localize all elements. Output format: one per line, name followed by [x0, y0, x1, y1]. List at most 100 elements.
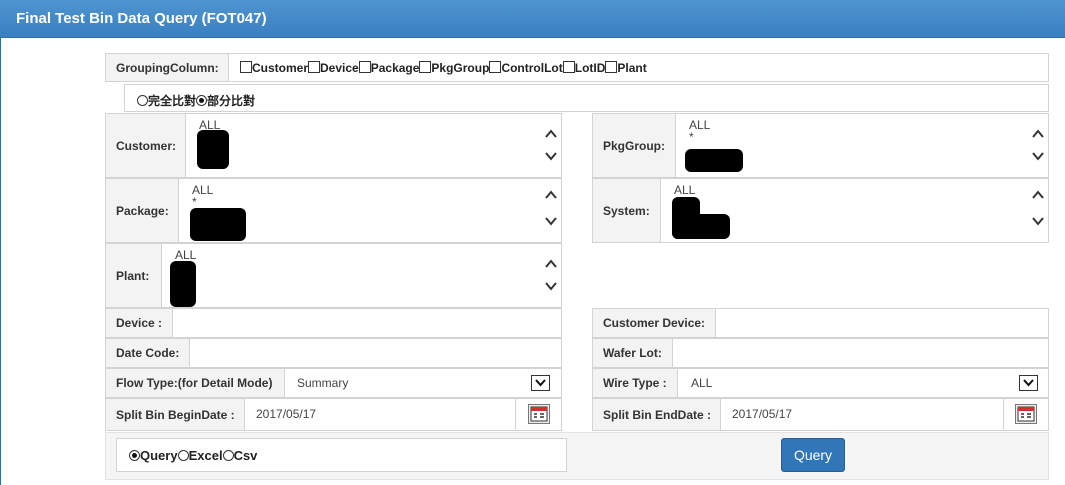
list-item[interactable]: * — [689, 131, 694, 143]
chevron-down-icon[interactable] — [531, 375, 550, 391]
chevron-up-icon[interactable] — [1032, 189, 1044, 201]
output-option-label: Csv — [233, 448, 258, 463]
redacted-region — [197, 130, 229, 169]
radio-exact-match[interactable] — [137, 95, 148, 106]
radio-output-query[interactable] — [129, 450, 140, 461]
flow-type-row: Flow Type:(for Detail Mode) Summary — [105, 368, 562, 398]
list-item[interactable]: ALL — [175, 249, 196, 261]
package-scrollbar[interactable] — [542, 179, 560, 242]
package-label: Package: — [106, 179, 179, 242]
wafer-lot-row: Wafer Lot: — [592, 338, 1049, 368]
chevron-down-icon[interactable] — [545, 215, 557, 227]
device-label: Device : — [106, 309, 173, 337]
redacted-region — [685, 149, 743, 172]
package-panel: Package: ALL * — [105, 178, 562, 243]
chevron-down-icon[interactable] — [1032, 215, 1044, 227]
flow-type-label: Flow Type:(for Detail Mode) — [106, 369, 285, 397]
customer-device-row: Customer Device: — [592, 308, 1049, 338]
plant-label: Plant: — [106, 244, 162, 307]
page-title: Final Test Bin Data Query (FOT047) — [16, 10, 267, 27]
customer-label: Customer: — [106, 114, 186, 177]
redacted-region — [672, 214, 730, 239]
grouping-checkbox-device[interactable] — [308, 61, 321, 73]
pkggroup-listbox[interactable]: ALL * — [677, 114, 1047, 177]
wire-type-label: Wire Type : — [593, 369, 678, 397]
device-input[interactable] — [174, 309, 561, 337]
chevron-up-icon[interactable] — [545, 189, 557, 201]
customer-device-label: Customer Device: — [593, 309, 716, 337]
output-format-options: Query Excel Csv — [129, 448, 257, 463]
grouping-option-label: Device — [320, 61, 359, 75]
grouping-checkbox-plant[interactable] — [605, 61, 618, 73]
chevron-up-icon[interactable] — [545, 128, 557, 140]
redacted-region — [190, 208, 246, 241]
split-begin-label: Split Bin BeginDate : — [106, 399, 245, 430]
radio-output-csv[interactable] — [222, 450, 234, 461]
chevron-up-icon[interactable] — [545, 258, 557, 270]
chevron-down-icon[interactable] — [1032, 150, 1044, 162]
output-option-label: Excel — [188, 448, 223, 463]
grouping-option-label: PkgGroup — [431, 61, 490, 75]
output-option-label: Query — [140, 448, 178, 463]
device-row: Device : — [105, 308, 562, 338]
chevron-down-icon[interactable] — [1019, 375, 1038, 391]
grouping-options: Customer Device Package PkgGroup ControlLot L… — [240, 61, 647, 75]
package-listbox[interactable]: ALL * — [180, 179, 560, 242]
plant-scrollbar[interactable] — [542, 244, 560, 307]
system-panel: System: ALL — [592, 178, 1049, 243]
grouping-checkbox-lotid[interactable] — [562, 61, 575, 73]
radio-partial-match[interactable] — [196, 95, 208, 106]
grouping-checkbox-customer[interactable] — [240, 61, 252, 73]
radio-output-excel[interactable] — [177, 450, 189, 461]
date-code-row: Date Code: — [105, 338, 562, 368]
date-code-label: Date Code: — [106, 339, 190, 367]
wire-type-row: Wire Type : ALL — [592, 368, 1049, 398]
system-scrollbar[interactable] — [1029, 179, 1047, 242]
compare-mode-row: 完全比對 部分比對 — [124, 84, 1049, 112]
compare-mode-options: 完全比對 部分比對 — [137, 92, 255, 109]
compare-option-label: 部分比對 — [207, 94, 256, 108]
wafer-lot-label: Wafer Lot: — [593, 339, 673, 367]
chevron-down-icon[interactable] — [545, 150, 557, 162]
grouping-checkbox-pkggroup[interactable] — [419, 61, 432, 73]
grouping-row: GroupingColumn: Customer Device Package Pkg… — [105, 53, 1049, 82]
customer-device-input[interactable] — [717, 309, 1048, 337]
system-listbox[interactable]: ALL — [662, 179, 1047, 242]
wafer-lot-input[interactable] — [674, 339, 1048, 367]
query-button[interactable]: Query — [781, 438, 845, 472]
list-item[interactable]: * — [192, 196, 197, 208]
pkggroup-panel: PkgGroup: ALL * — [592, 113, 1049, 178]
date-code-input[interactable] — [191, 339, 561, 367]
split-end-input[interactable]: 2017/05/17 — [722, 399, 1004, 430]
calendar-icon[interactable] — [1015, 404, 1037, 424]
chevron-down-icon[interactable] — [545, 280, 557, 292]
split-begin-input[interactable]: 2017/05/17 — [246, 399, 516, 430]
customer-scrollbar[interactable] — [542, 114, 560, 177]
customer-panel: Customer: ALL — [105, 113, 562, 178]
grouping-option-label: ControlLot — [501, 61, 563, 75]
split-begin-row: Split Bin BeginDate : 2017/05/17 — [105, 398, 562, 431]
grouping-checkbox-controllot[interactable] — [489, 61, 502, 73]
grouping-option-label: Package — [370, 61, 420, 75]
split-end-value: 2017/05/17 — [732, 407, 793, 421]
grouping-checkbox-package[interactable] — [358, 61, 371, 73]
chevron-up-icon[interactable] — [1032, 128, 1044, 140]
grouping-option-label: Plant — [617, 61, 647, 75]
system-label: System: — [593, 179, 661, 242]
flow-type-select[interactable]: Summary — [286, 369, 561, 397]
plant-panel: Plant: ALL — [105, 243, 562, 308]
list-item[interactable]: ALL — [674, 184, 695, 196]
calendar-icon[interactable] — [528, 404, 550, 424]
wire-type-select[interactable]: ALL — [679, 369, 1048, 397]
flow-type-value: Summary — [297, 376, 349, 390]
grouping-option-label: Customer — [252, 61, 309, 75]
customer-listbox[interactable]: ALL — [187, 114, 560, 177]
wire-type-value: ALL — [691, 376, 713, 390]
output-format-box: Query Excel Csv — [116, 438, 567, 472]
title-bar: Final Test Bin Data Query (FOT047) — [0, 0, 1065, 38]
plant-listbox[interactable]: ALL — [163, 244, 560, 307]
redacted-region — [170, 261, 196, 307]
pkggroup-scrollbar[interactable] — [1029, 114, 1047, 177]
grouping-label: GroupingColumn: — [106, 54, 229, 81]
left-border — [0, 38, 1, 485]
